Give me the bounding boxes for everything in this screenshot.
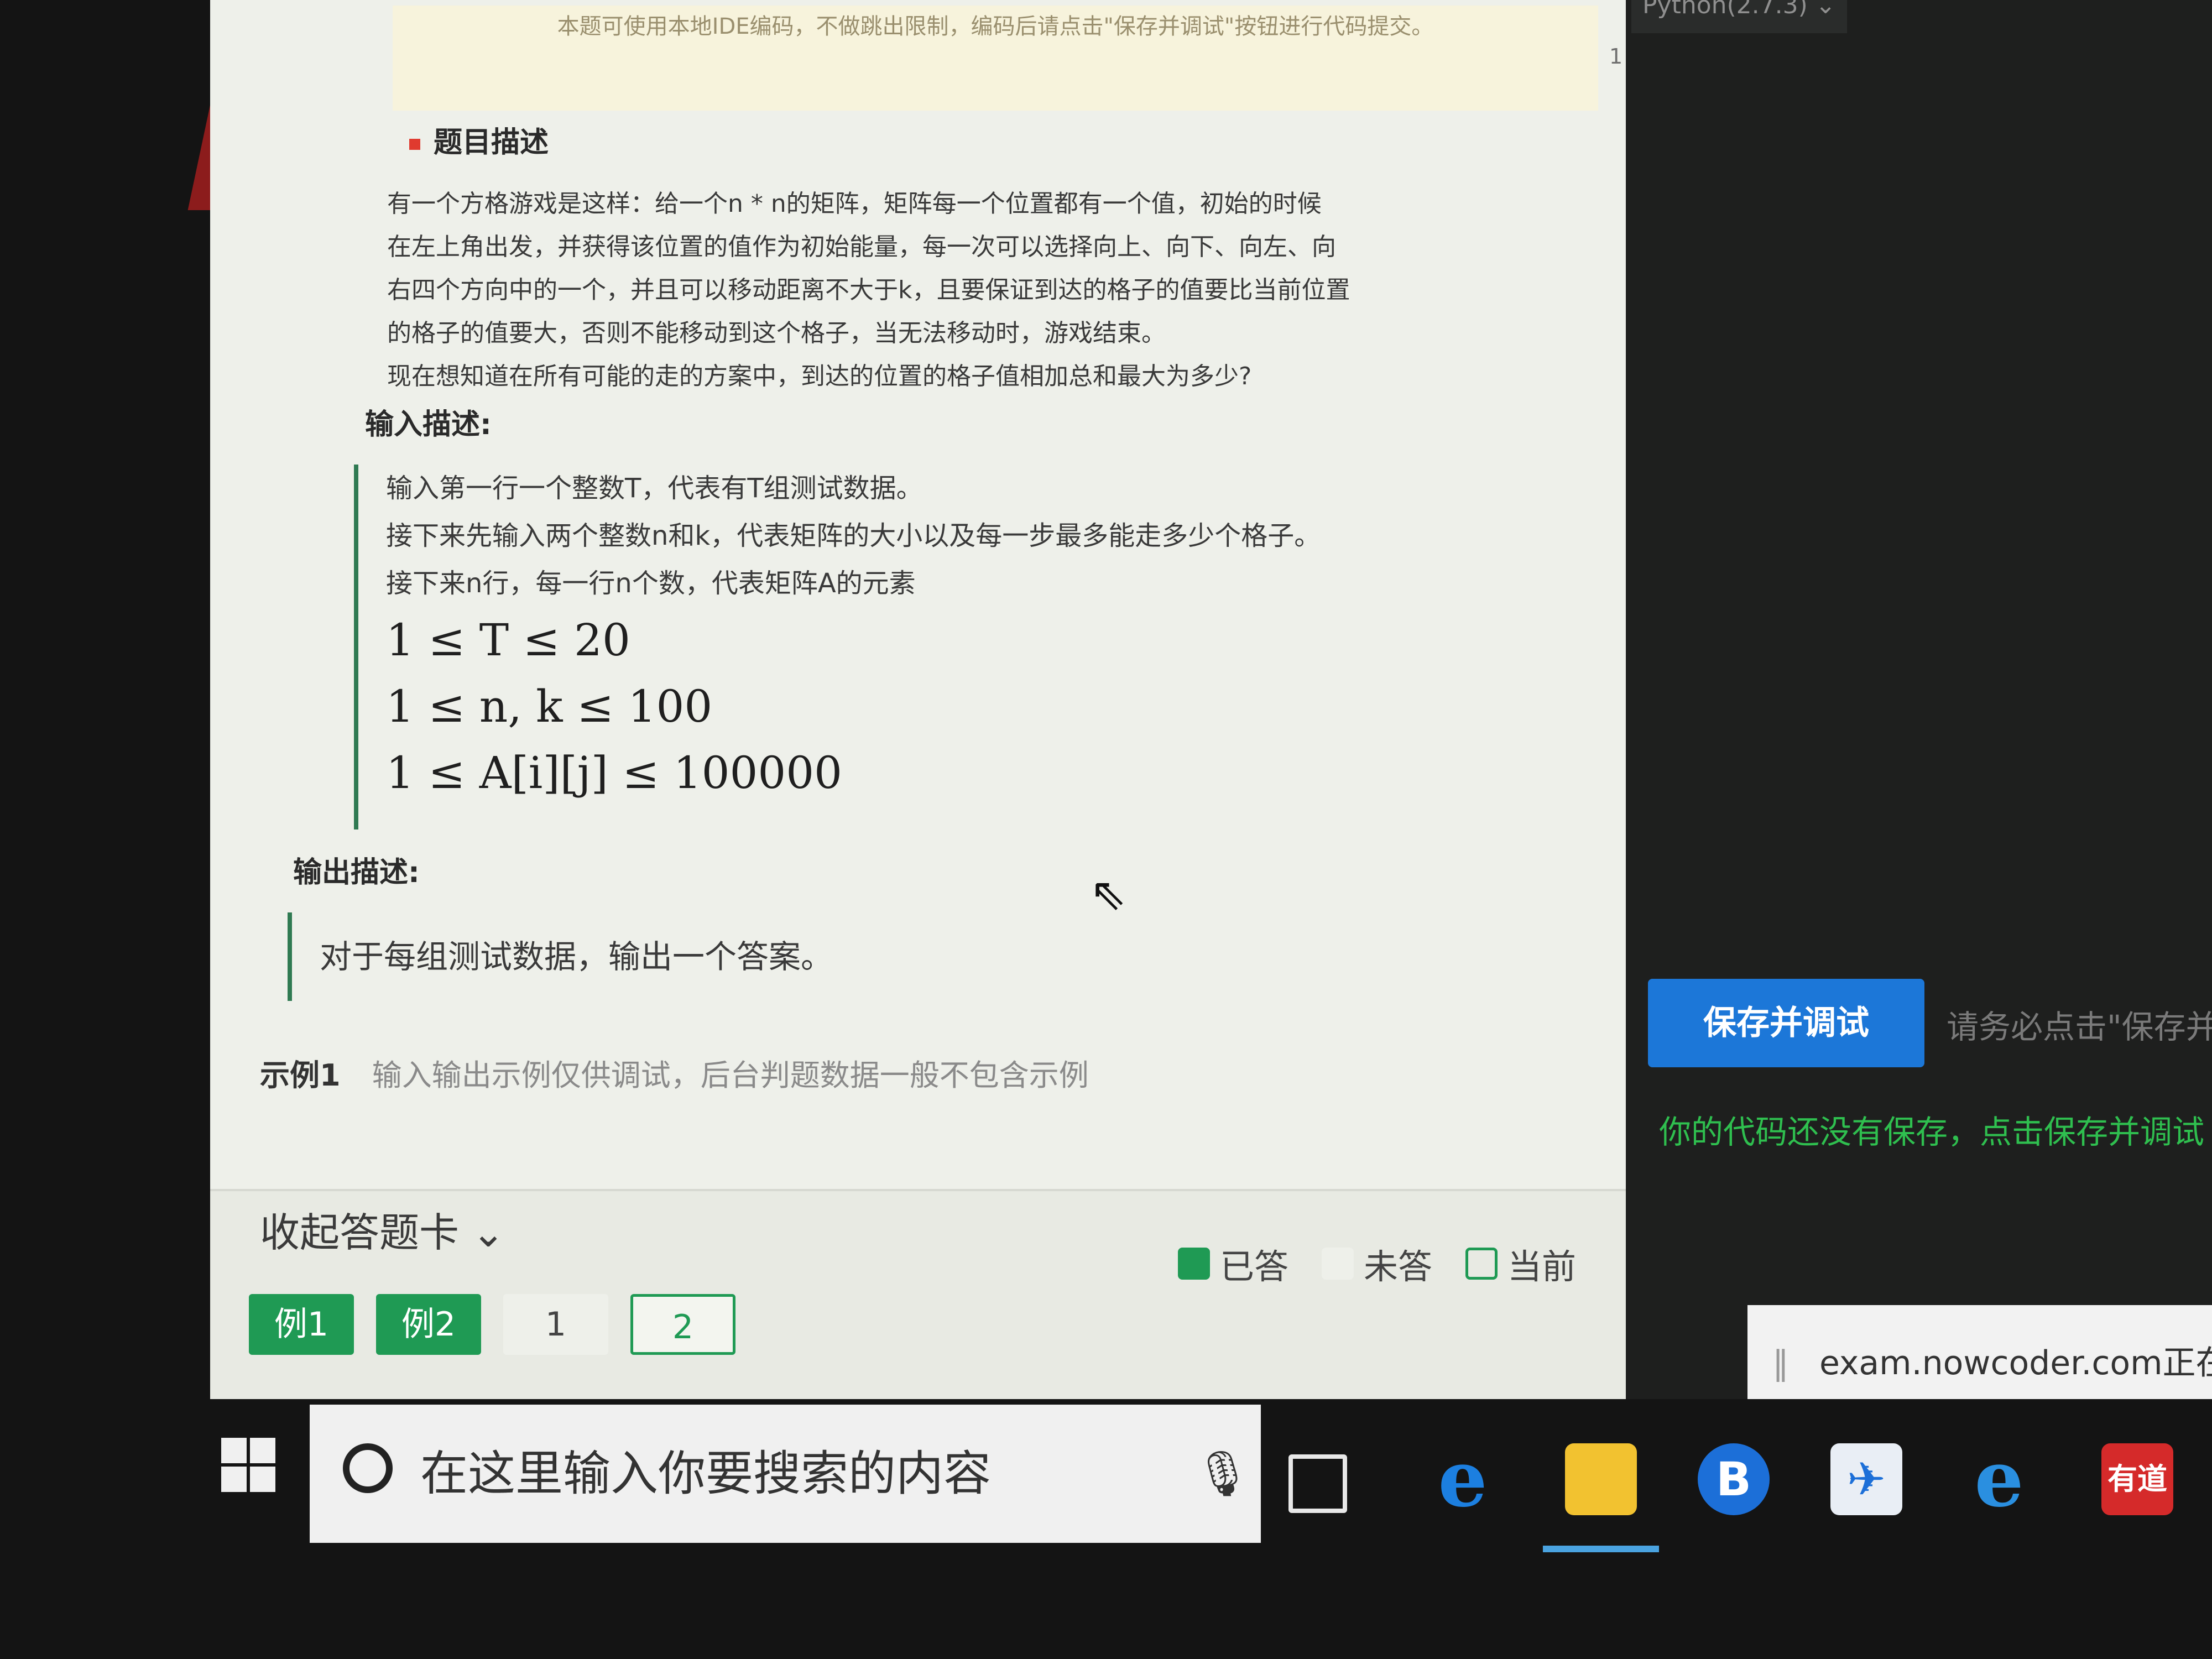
constraint-nk: 1 ≤ n, k ≤ 100	[386, 681, 713, 732]
input-line: 接下来先输入两个整数n和k，代表矩阵的大小以及每一步最多能走多少个格子。	[386, 520, 1321, 551]
task-view-icon[interactable]	[1288, 1454, 1347, 1513]
example-title: 示例1	[260, 1058, 341, 1093]
screen: 本题可使用本地IDE编码，不做跳出限制，编码后请点击"保存并调试"按钮进行代码提…	[0, 0, 2212, 1659]
save-hint: 请务必点击"保存并	[1947, 1008, 2212, 1046]
legend-answered: 已答	[1178, 1239, 1288, 1288]
question-chip-1[interactable]: 1	[503, 1294, 608, 1355]
question-chip-2[interactable]: 2	[630, 1294, 735, 1355]
collapse-label: 收起答题卡	[260, 1209, 460, 1256]
answered-swatch-icon	[1178, 1248, 1210, 1280]
problem-title: 题目描述	[409, 119, 549, 160]
example-header: 示例1 输入输出示例仅供调试，后台判题数据一般不包含示例	[260, 1051, 1089, 1094]
internet-explorer-icon[interactable]: e	[1963, 1441, 2035, 1518]
microphone-icon[interactable]: 🎙	[1194, 1405, 1251, 1543]
constraint-t: 1 ≤ T ≤ 20	[386, 614, 630, 666]
mouse-cursor-icon: ⇖	[1089, 868, 1127, 920]
legend-current-label: 当前	[1507, 1246, 1577, 1287]
legend-current: 当前	[1465, 1239, 1576, 1288]
legend-answered-label: 已答	[1220, 1246, 1289, 1287]
input-title: 输入描述:	[365, 408, 492, 441]
question-chip-example-1[interactable]: 例1	[249, 1294, 354, 1355]
chevron-down-icon: ⌄	[471, 1209, 505, 1256]
desc-line: 在左上角出发，并获得该位置的值作为初始能量，每一次可以选择向上、向下、向左、向	[387, 233, 1336, 261]
output-title: 输出描述:	[293, 856, 420, 889]
section-marker-icon	[409, 139, 420, 150]
unanswered-swatch-icon	[1322, 1248, 1354, 1280]
desc-line: 现在想知道在所有可能的走的方案中，到达的位置的格子值相加总和最大为多少?	[387, 362, 1252, 390]
desc-line: 的格子的值要大，否则不能移动到这个格子，当无法移动时，游戏结束。	[387, 319, 1166, 347]
b-app-icon[interactable]: B	[1698, 1443, 1770, 1515]
problem-description: 有一个方格游戏是这样：给一个n * n的矩阵，矩阵每一个位置都有一个值，初始的时…	[387, 182, 1571, 398]
question-chips: 例1 例2 1 2	[249, 1294, 758, 1355]
youdao-icon[interactable]: 有道	[2101, 1443, 2173, 1515]
input-description: 输入第一行一个整数T，代表有T组测试数据。 接下来先输入两个整数n和k，代表矩阵…	[354, 465, 1626, 830]
windows-start-icon[interactable]	[221, 1438, 276, 1493]
taskbar-search-box[interactable]: 在这里输入你要搜索的内容 🎙	[310, 1405, 1261, 1543]
problem-title-text: 题目描述	[434, 126, 549, 159]
legend-unanswered-label: 未答	[1364, 1246, 1433, 1287]
edge-icon[interactable]: e	[1427, 1441, 1499, 1518]
desc-line: 右四个方向中的一个，并且可以移动距离不大于k，且要保证到达的格子的值要比当前位置	[387, 276, 1350, 304]
legend-unanswered: 未答	[1322, 1239, 1432, 1288]
notice-banner: 本题可使用本地IDE编码，不做跳出限制，编码后请点击"保存并调试"按钮进行代码提…	[393, 6, 1598, 111]
cortana-icon[interactable]	[343, 1443, 393, 1493]
line-number: 1	[1609, 44, 1623, 69]
problem-panel: 本题可使用本地IDE编码，不做跳出限制，编码后请点击"保存并调试"按钮进行代码提…	[210, 0, 1626, 1460]
example-note: 输入输出示例仅供调试，后台判题数据一般不包含示例	[372, 1058, 1089, 1093]
desc-line: 有一个方格游戏是这样：给一个n * n的矩阵，矩阵每一个位置都有一个值，初始的时…	[387, 190, 1322, 218]
constraint-a: 1 ≤ A[i][j] ≤ 100000	[386, 747, 843, 799]
output-description: 对于每组测试数据，输出一个答案。	[288, 912, 1559, 1001]
input-line: 接下来n行，每一行n个数，代表矩阵A的元素	[386, 568, 916, 599]
save-and-debug-button[interactable]: 保存并调试	[1648, 979, 1924, 1067]
language-select[interactable]: Python(2.7.3) ⌄	[1631, 0, 1847, 33]
question-chip-example-2[interactable]: 例2	[376, 1294, 481, 1355]
collapse-answer-card-button[interactable]: 收起答题卡 ⌄	[260, 1200, 505, 1258]
output-text: 对于每组测试数据，输出一个答案。	[320, 938, 833, 975]
code-editor[interactable]	[1626, 0, 2212, 1460]
active-app-indicator	[1543, 1546, 1659, 1552]
answer-legend: 已答 未答 当前	[1178, 1239, 1609, 1288]
unsaved-message: 你的代码还没有保存，点击保存并调试	[1659, 1113, 2205, 1151]
search-placeholder: 在这里输入你要搜索的内容	[420, 1446, 991, 1501]
notice-text: 本题可使用本地IDE编码，不做跳出限制，编码后请点击"保存并调试"按钮进行代码提…	[557, 14, 1434, 39]
feishu-icon[interactable]: ✈	[1830, 1443, 1902, 1515]
input-line: 输入第一行一个整数T，代表有T组测试数据。	[386, 473, 923, 504]
toast-text: exam.nowcoder.com正在共	[1819, 1344, 2212, 1383]
file-explorer-icon[interactable]	[1565, 1443, 1637, 1515]
current-swatch-icon	[1465, 1248, 1498, 1280]
